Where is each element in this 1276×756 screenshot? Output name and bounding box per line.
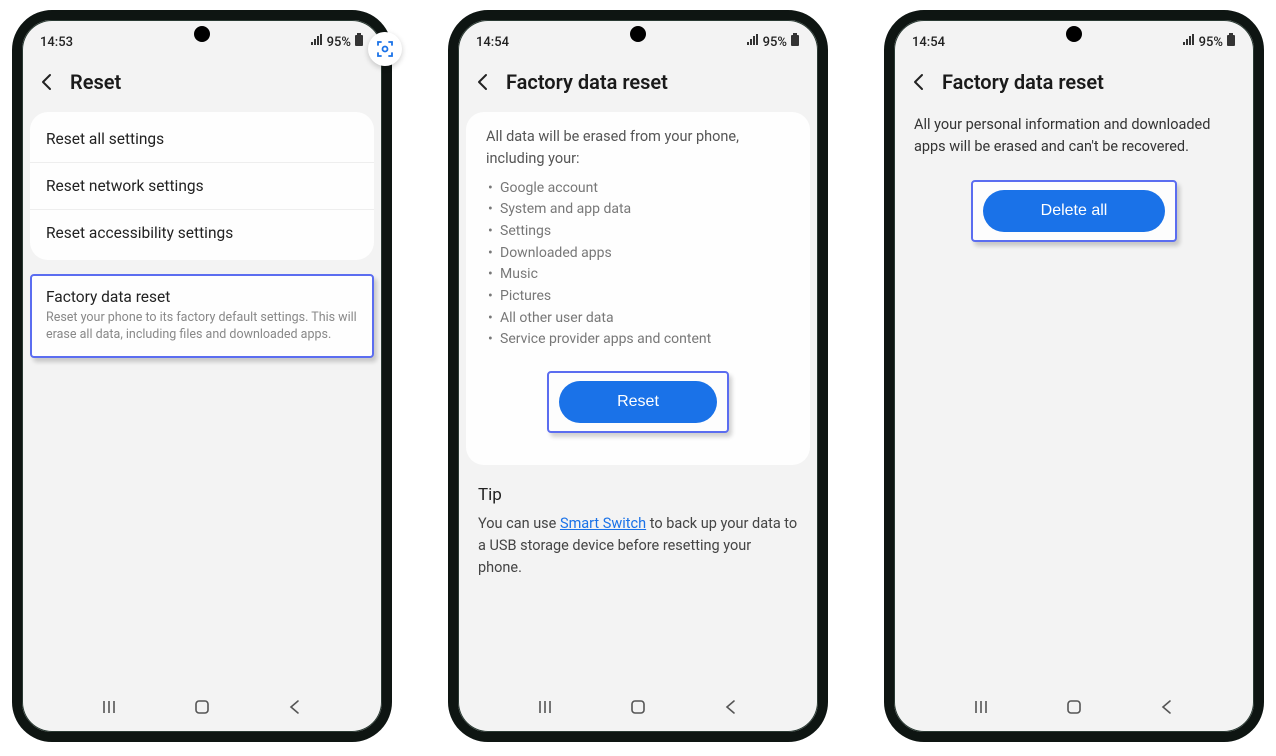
back-nav-icon[interactable] bbox=[284, 696, 306, 718]
navigation-bar bbox=[22, 686, 382, 732]
back-button[interactable] bbox=[36, 71, 58, 93]
final-warning-text: All your personal information and downlo… bbox=[894, 112, 1254, 174]
camera-notch bbox=[1066, 26, 1082, 42]
back-nav-icon[interactable] bbox=[720, 696, 742, 718]
phone-frame-2: 14:54 95% Factory data reset All data wi… bbox=[448, 10, 828, 742]
camera-notch bbox=[630, 26, 646, 42]
clock-text: 14:54 bbox=[476, 35, 509, 50]
signal-icon bbox=[1182, 34, 1196, 50]
navigation-bar bbox=[458, 686, 818, 732]
clock-text: 14:54 bbox=[912, 35, 945, 50]
erase-intro-text: All data will be erased from your phone,… bbox=[466, 126, 810, 178]
tip-text-before: You can use bbox=[478, 515, 560, 532]
battery-icon bbox=[354, 33, 364, 51]
factory-reset-title: Factory data reset bbox=[46, 288, 358, 306]
battery-text: 95% bbox=[327, 35, 351, 50]
smart-switch-link[interactable]: Smart Switch bbox=[560, 515, 646, 532]
signal-icon bbox=[310, 34, 324, 50]
factory-reset-desc: Reset your phone to its factory default … bbox=[46, 310, 358, 344]
list-item: Service provider apps and content bbox=[500, 329, 790, 351]
reset-accessibility-settings-item[interactable]: Reset accessibility settings bbox=[30, 209, 374, 256]
list-item: Google account bbox=[500, 178, 790, 200]
delete-all-button[interactable]: Delete all bbox=[983, 190, 1166, 232]
navigation-bar bbox=[894, 686, 1254, 732]
settings-list: Reset all settings Reset network setting… bbox=[30, 112, 374, 260]
delete-all-button-highlight: Delete all bbox=[971, 180, 1178, 242]
home-icon[interactable] bbox=[1063, 696, 1085, 718]
factory-data-reset-item[interactable]: Factory data reset Reset your phone to i… bbox=[30, 274, 374, 358]
battery-text: 95% bbox=[1199, 35, 1223, 50]
back-button[interactable] bbox=[908, 71, 930, 93]
reset-network-settings-item[interactable]: Reset network settings bbox=[30, 162, 374, 209]
back-button[interactable] bbox=[472, 71, 494, 93]
phone-frame-3: 14:54 95% Factory data reset All your pe… bbox=[884, 10, 1264, 742]
screenshot-crop-icon[interactable] bbox=[368, 32, 402, 66]
list-item: Downloaded apps bbox=[500, 243, 790, 265]
list-item: Pictures bbox=[500, 286, 790, 308]
back-nav-icon[interactable] bbox=[1156, 696, 1178, 718]
tip-body: You can use Smart Switch to back up your… bbox=[458, 513, 818, 578]
erase-info-card: All data will be erased from your phone,… bbox=[466, 112, 810, 465]
page-title: Reset bbox=[70, 70, 121, 94]
page-title: Factory data reset bbox=[506, 70, 668, 94]
page-title: Factory data reset bbox=[942, 70, 1104, 94]
signal-icon bbox=[746, 34, 760, 50]
reset-button-highlight: Reset bbox=[547, 371, 729, 433]
battery-icon bbox=[1226, 33, 1236, 51]
clock-text: 14:53 bbox=[40, 35, 73, 50]
list-item: System and app data bbox=[500, 199, 790, 221]
erase-items-list: Google account System and app data Setti… bbox=[466, 178, 810, 366]
camera-notch bbox=[194, 26, 210, 42]
recents-icon[interactable] bbox=[98, 696, 120, 718]
recents-icon[interactable] bbox=[534, 696, 556, 718]
phone-frame-1: 14:53 95% Reset Reset all settings Reset… bbox=[12, 10, 392, 742]
reset-all-settings-item[interactable]: Reset all settings bbox=[30, 116, 374, 162]
list-item: All other user data bbox=[500, 308, 790, 330]
list-item: Music bbox=[500, 264, 790, 286]
tip-heading: Tip bbox=[458, 475, 818, 513]
reset-button[interactable]: Reset bbox=[559, 381, 717, 423]
list-item: Settings bbox=[500, 221, 790, 243]
battery-text: 95% bbox=[763, 35, 787, 50]
home-icon[interactable] bbox=[627, 696, 649, 718]
home-icon[interactable] bbox=[191, 696, 213, 718]
battery-icon bbox=[790, 33, 800, 51]
recents-icon[interactable] bbox=[970, 696, 992, 718]
